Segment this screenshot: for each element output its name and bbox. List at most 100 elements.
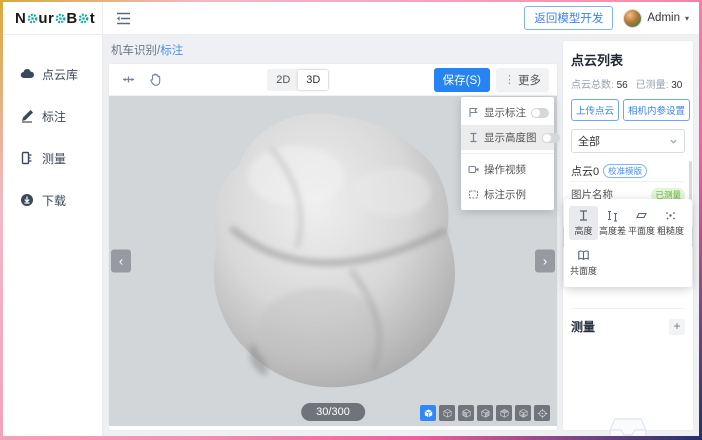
viewer-card: 2D 3D 保存(S) ⋮更多 显示标注	[109, 64, 557, 430]
cube-view-front-button[interactable]	[420, 405, 436, 421]
cube-icon	[442, 408, 453, 419]
view-mode-segmented-control: 2D 3D	[267, 69, 329, 91]
viewer-toolbar: 2D 3D 保存(S) ⋮更多	[109, 64, 557, 96]
empty-box-icon	[605, 413, 651, 436]
camera-intrinsics-button[interactable]: 相机内参设置	[623, 99, 690, 121]
measure-section-header: 测量 +	[571, 308, 685, 335]
recenter-crosshair-button[interactable]	[534, 405, 550, 421]
crosshair-icon	[537, 408, 548, 419]
hand-pan-icon[interactable]	[148, 72, 163, 87]
avatar	[623, 9, 642, 28]
menu-item-tutorial-video[interactable]: 操作视频	[461, 157, 554, 182]
add-measure-button[interactable]: +	[669, 319, 685, 335]
main-area: 返回模型开发 Admin ▾ 机车识别/标注	[103, 2, 699, 436]
sidebar-item-label: 标注	[42, 108, 66, 125]
ruler-icon	[20, 151, 34, 165]
panel-title: 点云列表	[571, 50, 685, 69]
logo-text: Nur Bt	[15, 10, 95, 27]
upload-pointcloud-button[interactable]: 上传点云	[571, 99, 619, 121]
more-dropdown-menu: 显示标注 显示高度图 操作视频	[461, 97, 554, 210]
user-menu[interactable]: Admin ▾	[623, 9, 689, 28]
panel-stats: 点云总数: 56 已测量: 30	[571, 76, 685, 91]
content-area: 机车识别/标注 2D 3D 保存(S)	[103, 35, 699, 436]
view-cube-buttons	[420, 405, 550, 421]
download-icon	[20, 193, 34, 207]
measured-value: 30	[671, 80, 682, 91]
breadcrumb: 机车识别/标注	[111, 42, 557, 58]
height-diff-tool-icon	[606, 209, 619, 222]
tool-coplanarity[interactable]: 共面度	[569, 246, 598, 280]
tool-height[interactable]: 高度	[569, 206, 598, 240]
menu-item-show-heightmap[interactable]: 显示高度图	[461, 125, 554, 150]
sidebar-item-measure[interactable]: 测量	[3, 141, 102, 175]
cube-view-bottom-button[interactable]	[515, 405, 531, 421]
cube-view-left-button[interactable]	[458, 405, 474, 421]
cube-view-top-button[interactable]	[439, 405, 455, 421]
next-arrow-button[interactable]: ›	[535, 250, 555, 273]
pen-icon	[20, 109, 34, 123]
roughness-tool-icon	[664, 209, 677, 222]
measure-tool-popup: 高度 高度差 平面度 粗糙度	[564, 199, 692, 287]
cube-icon	[423, 408, 434, 419]
logo-letter: ur	[38, 10, 54, 27]
total-value: 56	[617, 80, 628, 91]
filter-select-value: 全部	[578, 133, 600, 149]
sidebar-menu: 点云库 标注 测量 下载	[3, 35, 102, 217]
sidebar: Nur Bt 点云库 标注 测量 下载	[3, 2, 103, 436]
breadcrumb-parent[interactable]: 机车识别	[111, 45, 157, 57]
pointcloud-list-panel: 点云列表 点云总数: 56 已测量: 30 上传点云 相机内参设置 全部 点云0…	[563, 41, 693, 430]
move-tool-icon[interactable]	[121, 72, 136, 87]
chevron-down-icon	[669, 137, 678, 146]
logo-letter: B	[66, 10, 77, 27]
more-button[interactable]: ⋮更多	[496, 68, 549, 92]
menu-item-show-annotation[interactable]: 显示标注	[461, 100, 554, 125]
panel-actions: 上传点云 相机内参设置	[571, 99, 685, 121]
sidebar-item-label: 点云库	[42, 66, 78, 83]
height-icon	[468, 132, 479, 143]
cube-icon	[518, 408, 529, 419]
breadcrumb-current: 标注	[160, 45, 183, 57]
workspace-column: 机车识别/标注 2D 3D 保存(S)	[109, 41, 557, 430]
screenshot-frame: Nur Bt 点云库 标注 测量 下载	[0, 0, 702, 440]
pointcloud-name: 点云0	[571, 163, 599, 179]
user-name: Admin	[647, 12, 680, 24]
sidebar-item-pointcloud-library[interactable]: 点云库	[3, 57, 102, 91]
flag-icon	[468, 107, 479, 118]
mode-3d-button[interactable]: 3D	[298, 70, 328, 90]
calibration-template-badge: 校准模版	[603, 164, 647, 178]
topbar-right: 返回模型开发 Admin ▾	[524, 6, 689, 30]
pagination-indicator: 30/300	[301, 403, 365, 421]
previous-arrow-button[interactable]: ‹	[111, 250, 131, 273]
save-button[interactable]: 保存(S)	[434, 68, 490, 92]
mode-2d-button[interactable]: 2D	[268, 70, 298, 90]
menu-fold-icon[interactable]	[116, 12, 131, 25]
menu-item-annotation-example[interactable]: 标注示例	[461, 182, 554, 207]
sidebar-item-download[interactable]: 下载	[3, 183, 102, 217]
sidebar-item-label: 下载	[42, 192, 66, 209]
cube-view-back-button[interactable]	[496, 405, 512, 421]
tool-height-difference[interactable]: 高度差	[598, 206, 627, 240]
gear-icon	[27, 13, 38, 24]
tool-roughness[interactable]: 粗糙度	[656, 206, 685, 240]
pointcloud-group-row[interactable]: 点云0 校准模版	[571, 160, 685, 182]
sidebar-item-annotate[interactable]: 标注	[3, 99, 102, 133]
show-annotation-toggle[interactable]	[531, 108, 549, 118]
top-bar: 返回模型开发 Admin ▾	[103, 2, 699, 35]
sidebar-item-label: 测量	[42, 150, 66, 167]
vertical-dots-icon: ⋮	[504, 73, 515, 86]
logo-letter: t	[90, 10, 96, 27]
flatness-tool-icon	[635, 209, 648, 222]
filter-select[interactable]: 全部	[571, 129, 685, 153]
tool-flatness[interactable]: 平面度	[627, 206, 656, 240]
cube-view-right-button[interactable]	[477, 405, 493, 421]
cube-icon	[499, 408, 510, 419]
cube-icon	[461, 408, 472, 419]
gear-icon	[55, 13, 66, 24]
show-heightmap-toggle[interactable]	[542, 133, 560, 143]
back-to-model-dev-button[interactable]: 返回模型开发	[524, 6, 613, 30]
cloud-icon	[20, 67, 34, 81]
point-cloud-model-tooth[interactable]	[201, 108, 471, 398]
total-label: 点云总数	[571, 80, 611, 91]
toolbar-left-icons	[121, 72, 163, 87]
logo-letter: N	[15, 10, 26, 27]
